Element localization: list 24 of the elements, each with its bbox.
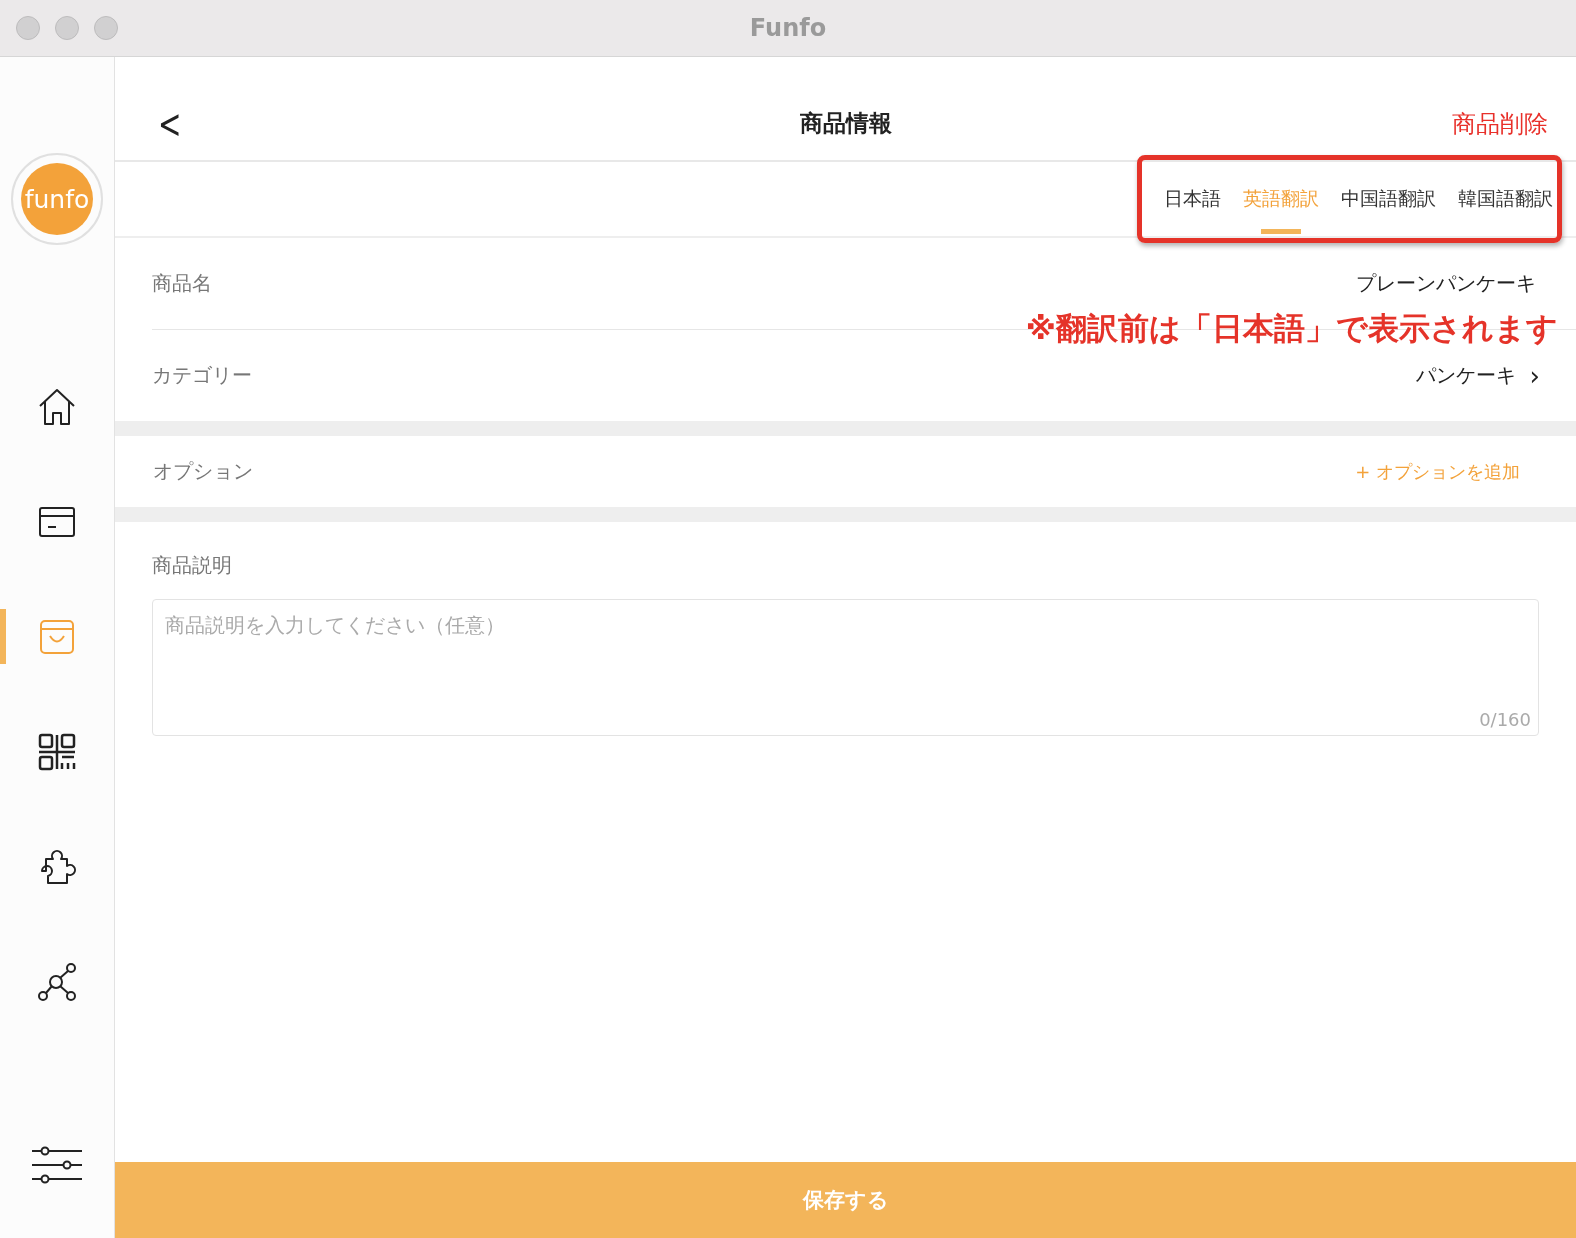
language-tab[interactable]: 中国語翻訳 [1341, 160, 1436, 238]
language-tab[interactable]: 韓国語翻訳 [1458, 160, 1553, 238]
field-label: 商品説明 [152, 552, 233, 579]
page-title: 商品情報 [799, 109, 892, 138]
puzzle-icon[interactable] [38, 848, 76, 885]
selection-indicator [0, 609, 6, 664]
network-icon[interactable] [37, 962, 77, 1001]
field-value[interactable]: パンケーキ [1415, 362, 1516, 389]
qr-code-icon[interactable] [38, 732, 76, 771]
field-value: プレーンパンケーキ [1356, 270, 1536, 297]
home-icon[interactable] [37, 386, 77, 427]
language-tab[interactable]: 日本語 [1164, 160, 1221, 238]
character-counter: 0/160 [1479, 709, 1531, 730]
field-label: カテゴリー [152, 362, 252, 389]
sliders-icon[interactable] [30, 1145, 84, 1184]
field-label: オプション [153, 458, 253, 485]
logo-text: funfo [21, 163, 93, 235]
field-label: 商品名 [152, 270, 212, 297]
delete-product-button[interactable]: 商品削除 [1452, 107, 1548, 140]
card-icon[interactable] [38, 505, 76, 538]
chevron-icon[interactable]: › [1529, 360, 1540, 391]
back-button[interactable]: < [152, 100, 188, 147]
window-title: Funfo [749, 14, 827, 42]
annotation-note: ※翻訳前は「日本語」で表示されます [1025, 309, 1558, 348]
